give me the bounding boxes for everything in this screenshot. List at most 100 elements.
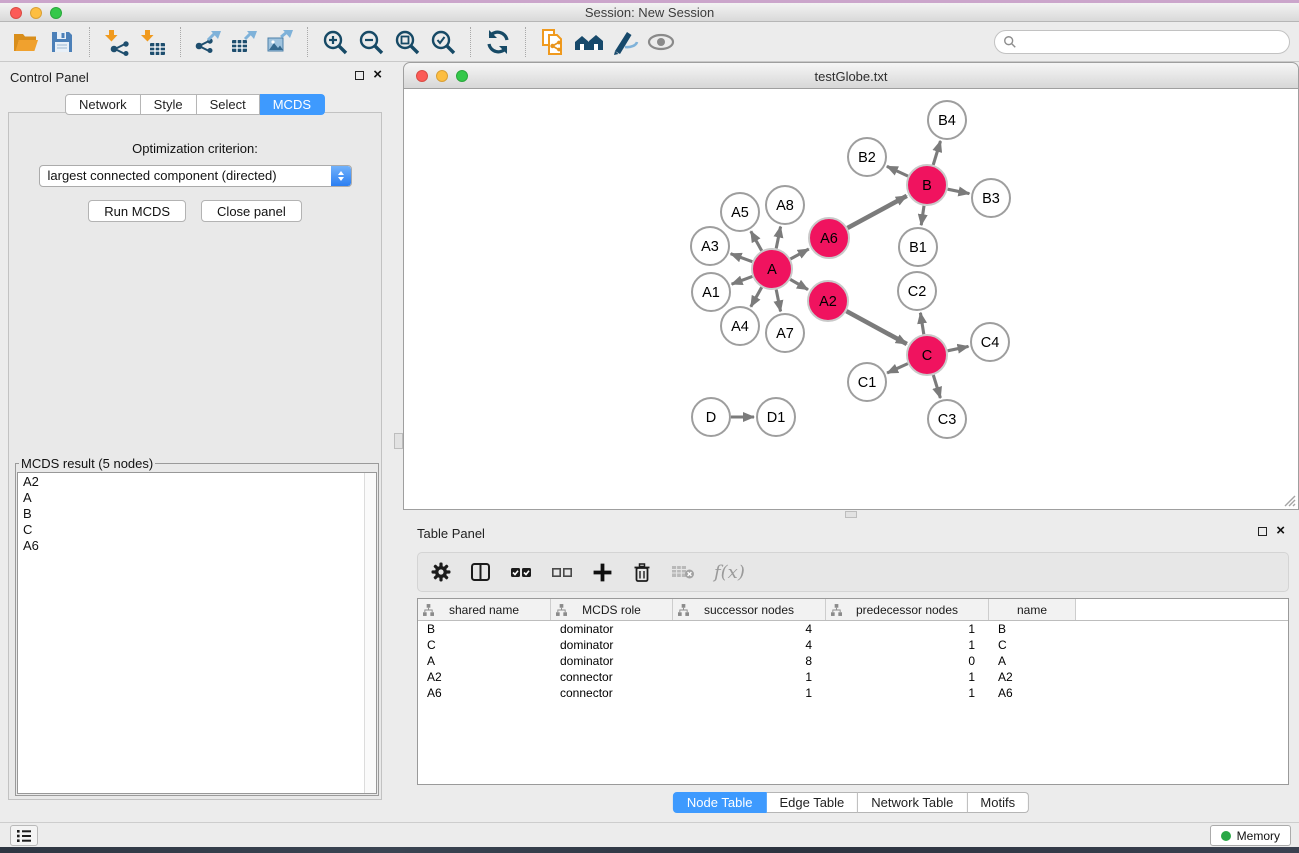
graph-edge-A-A5[interactable] (751, 231, 762, 251)
graph-edge-B-B2[interactable] (887, 166, 908, 176)
column-header-successor-nodes[interactable]: successor nodes (673, 599, 826, 620)
table-settings-button[interactable] (431, 562, 451, 582)
table-row[interactable]: A2connector11A2 (418, 669, 1288, 685)
new-network-from-selection-button[interactable] (535, 26, 571, 58)
tab-style[interactable]: Style (141, 94, 197, 115)
function-builder-button[interactable]: f(x) (714, 562, 745, 583)
zoom-in-button[interactable] (317, 26, 353, 58)
table-cell[interactable]: dominator (551, 653, 673, 669)
table-cell[interactable]: A6 (989, 685, 1076, 701)
resize-grip-icon[interactable] (1282, 493, 1296, 507)
table-cell[interactable]: dominator (551, 637, 673, 653)
close-table-panel-icon[interactable]: × (1276, 526, 1285, 536)
column-header-predecessor-nodes[interactable]: predecessor nodes (826, 599, 989, 620)
graph-node-B3[interactable]: B3 (972, 179, 1010, 217)
table-row[interactable]: Adominator80A (418, 653, 1288, 669)
zoom-selected-button[interactable] (425, 26, 461, 58)
zoom-out-button[interactable] (353, 26, 389, 58)
table-row[interactable]: Cdominator41C (418, 637, 1288, 653)
graph-node-A8[interactable]: A8 (766, 186, 804, 224)
table-row[interactable]: Bdominator41B (418, 621, 1288, 637)
graph-edge-A-A6[interactable] (790, 249, 808, 259)
graph-node-A1[interactable]: A1 (692, 273, 730, 311)
table-cell[interactable]: 0 (826, 653, 989, 669)
graph-node-C2[interactable]: C2 (898, 272, 936, 310)
list-item[interactable]: A6 (23, 538, 376, 554)
graph-edge-C-C3[interactable] (933, 375, 940, 398)
list-item[interactable]: B (23, 506, 376, 522)
graph-node-A5[interactable]: A5 (721, 193, 759, 231)
graph-node-A7[interactable]: A7 (766, 314, 804, 352)
column-header-shared-name[interactable]: shared name (418, 599, 551, 620)
delete-columns-button[interactable] (632, 562, 652, 583)
graph-edge-A-A3[interactable] (731, 254, 753, 262)
table-cell[interactable]: 4 (673, 621, 826, 637)
table-cell[interactable]: 1 (826, 621, 989, 637)
graph-edge-A2-C[interactable] (846, 311, 906, 344)
table-cell[interactable]: B (989, 621, 1076, 637)
open-session-button[interactable] (8, 26, 44, 58)
search-input[interactable] (1022, 35, 1289, 50)
list-item[interactable]: A (23, 490, 376, 506)
table-cell[interactable]: C (418, 637, 551, 653)
table-cell[interactable]: connector (551, 669, 673, 685)
graph-edge-A-A7[interactable] (776, 290, 780, 312)
graph-node-C[interactable]: C (907, 335, 947, 375)
graph-edge-B-B3[interactable] (948, 189, 970, 193)
graph-node-A[interactable]: A (752, 249, 792, 289)
table-cell[interactable]: 1 (673, 669, 826, 685)
graph-node-C1[interactable]: C1 (848, 363, 886, 401)
graph-edge-A-A4[interactable] (751, 287, 762, 307)
mcds-result-list[interactable]: A2ABCA6 (17, 472, 377, 794)
table-cell[interactable]: 1 (673, 685, 826, 701)
graph-node-B1[interactable]: B1 (899, 228, 937, 266)
tab-node-table[interactable]: Node Table (673, 792, 767, 813)
first-neighbors-button[interactable] (571, 26, 607, 58)
float-table-panel-icon[interactable] (1258, 527, 1267, 536)
deselect-all-rows-button[interactable] (551, 562, 573, 582)
table-cell[interactable]: connector (551, 685, 673, 701)
tab-select[interactable]: Select (197, 94, 260, 115)
table-cell[interactable]: 1 (826, 685, 989, 701)
graph-edge-C-C2[interactable] (920, 313, 923, 335)
node-table[interactable]: shared nameMCDS rolesuccessor nodesprede… (417, 598, 1289, 785)
table-row[interactable]: A6connector11A6 (418, 685, 1288, 701)
delete-table-button[interactable] (671, 563, 695, 581)
show-task-history-button[interactable] (10, 825, 38, 846)
table-cell[interactable]: dominator (551, 621, 673, 637)
search-field[interactable] (994, 30, 1290, 54)
graph-node-B4[interactable]: B4 (928, 101, 966, 139)
list-scrollbar[interactable] (364, 473, 376, 793)
tab-network[interactable]: Network (65, 94, 141, 115)
table-cell[interactable]: A2 (989, 669, 1076, 685)
graph-node-A2[interactable]: A2 (808, 281, 848, 321)
close-panel-icon[interactable]: × (373, 70, 382, 80)
table-cell[interactable]: A (418, 653, 551, 669)
network-window-titlebar[interactable]: testGlobe.txt (403, 62, 1299, 89)
graph-edge-B-B1[interactable] (921, 206, 924, 225)
column-header-MCDS-role[interactable]: MCDS role (551, 599, 673, 620)
graph-node-D[interactable]: D (692, 398, 730, 436)
graph-node-A4[interactable]: A4 (721, 307, 759, 345)
tab-edge-table[interactable]: Edge Table (766, 792, 858, 813)
table-cell[interactable]: 1 (826, 669, 989, 685)
close-panel-button[interactable]: Close panel (201, 200, 302, 222)
import-table-button[interactable] (135, 26, 171, 58)
import-network-button[interactable] (99, 26, 135, 58)
graph-edge-A-A1[interactable] (732, 276, 753, 284)
network-canvas[interactable]: AA1A2A3A4A5A6A7A8BB1B2B3B4CC1C2C3C4DD1 (403, 89, 1299, 510)
graph-node-A6[interactable]: A6 (809, 218, 849, 258)
graph-node-B[interactable]: B (907, 165, 947, 205)
horizontal-split-handle[interactable] (845, 511, 857, 518)
graph-edge-C-C1[interactable] (887, 364, 908, 373)
table-cell[interactable]: 4 (673, 637, 826, 653)
tab-mcds[interactable]: MCDS (260, 94, 325, 115)
table-cell[interactable]: 1 (826, 637, 989, 653)
add-column-button[interactable] (592, 562, 613, 583)
graph-node-D1[interactable]: D1 (757, 398, 795, 436)
memory-button[interactable]: Memory (1210, 825, 1291, 846)
table-cell[interactable]: C (989, 637, 1076, 653)
graph-node-A3[interactable]: A3 (691, 227, 729, 265)
export-network-button[interactable] (190, 26, 226, 58)
criterion-dropdown[interactable]: largest connected component (directed) (39, 165, 352, 187)
